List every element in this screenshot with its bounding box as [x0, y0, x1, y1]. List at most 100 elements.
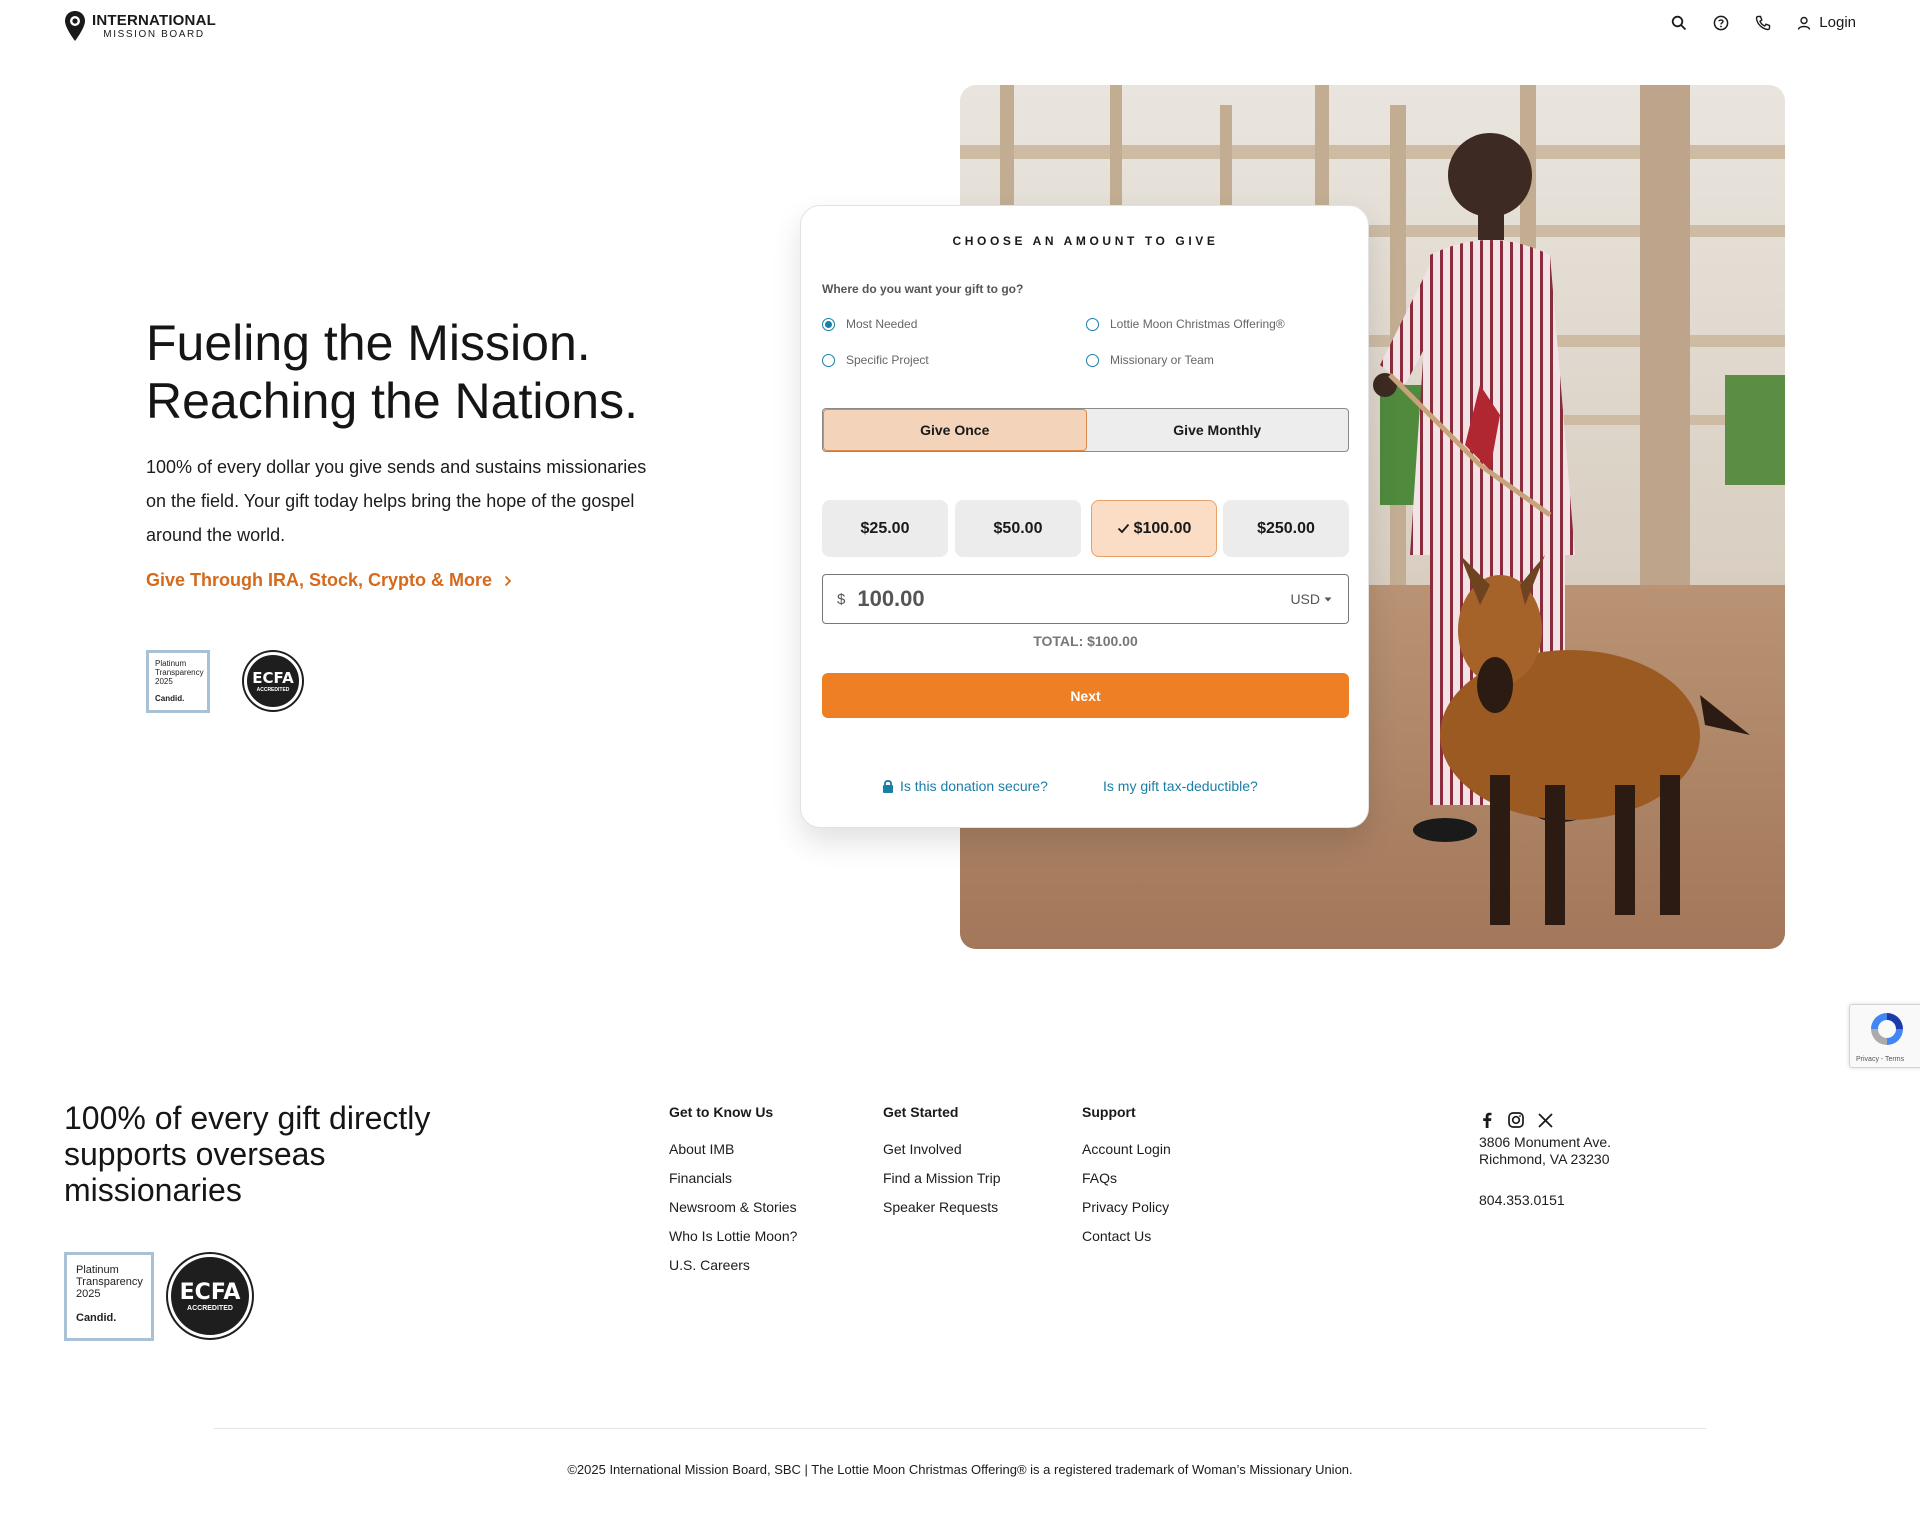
footer-headline-line: missionaries	[64, 1172, 242, 1208]
instagram-icon[interactable]	[1508, 1112, 1524, 1128]
footer-divider	[214, 1428, 1706, 1429]
radio-specific-project[interactable]: Specific Project	[822, 353, 929, 367]
hero-title-line: Fueling the Mission.	[146, 315, 591, 371]
ecfa-sub: ACCREDITED	[256, 687, 290, 693]
radio-missionary-or-team[interactable]: Missionary or Team	[1086, 353, 1214, 367]
footer-headline-line: supports overseas	[64, 1136, 326, 1172]
copyright-text: ©2025 International Mission Board, SBC |…	[567, 1462, 1353, 1477]
ecfa-sub: ACCREDITED	[187, 1305, 233, 1312]
footer-link-privacy[interactable]: Privacy Policy	[1082, 1199, 1169, 1215]
footer-link-lottie-moon[interactable]: Who Is Lottie Moon?	[669, 1228, 797, 1244]
ecfa-label: ECFA	[179, 1280, 241, 1305]
amount-input[interactable]	[855, 585, 1240, 613]
donation-form-card: CHOOSE AN AMOUNT TO GIVE Where do you wa…	[800, 205, 1369, 828]
secure-donation-link[interactable]: Is this donation secure?	[882, 778, 1048, 794]
footer-headline: 100% of every gift directly supports ove…	[64, 1100, 514, 1208]
give-alternative-link[interactable]: Give Through IRA, Stock, Crypto & More	[146, 570, 512, 591]
amount-50-button[interactable]: $50.00	[955, 500, 1081, 557]
amount-label: $250.00	[1257, 519, 1315, 537]
checkmark-icon	[1117, 523, 1129, 534]
candid-year: 2025	[155, 677, 173, 686]
ecfa-label: ECFA	[252, 669, 294, 687]
radio-circle	[1086, 353, 1099, 367]
footer-col-title: Support	[1082, 1104, 1136, 1120]
footer-link-careers[interactable]: U.S. Careers	[669, 1257, 750, 1273]
social-links	[1480, 1112, 1553, 1128]
login-link[interactable]: Login	[1797, 14, 1856, 31]
hero-text-line: on the field. Your gift today helps brin…	[146, 491, 635, 511]
search-icon[interactable]	[1671, 15, 1687, 31]
amount-label: $50.00	[993, 519, 1043, 537]
amount-label: $25.00	[860, 519, 910, 537]
footer-link-faqs[interactable]: FAQs	[1082, 1170, 1117, 1186]
footer-col-title: Get Started	[883, 1104, 959, 1120]
recaptcha-terms: Privacy - Terms	[1856, 1056, 1905, 1063]
candid-brand: Candid.	[155, 694, 185, 703]
radio-label: Missionary or Team	[1110, 353, 1214, 367]
currency-label: USD	[1290, 591, 1320, 607]
radio-most-needed[interactable]: Most Needed	[822, 317, 917, 331]
radio-circle	[1086, 317, 1099, 331]
recaptcha-icon	[1871, 1013, 1903, 1045]
user-icon	[1798, 16, 1811, 30]
footer-link-financials[interactable]: Financials	[669, 1170, 732, 1186]
logo-text-sub: MISSION BOARD	[103, 28, 205, 40]
phone-icon[interactable]	[1755, 15, 1771, 31]
hero-text-line: around the world.	[146, 525, 286, 545]
total-amount: TOTAL: $100.00	[1033, 633, 1138, 649]
footer-link-contact[interactable]: Contact Us	[1082, 1228, 1151, 1244]
footer-link-newsroom[interactable]: Newsroom & Stories	[669, 1199, 797, 1215]
candid-year: 2025	[76, 1288, 101, 1300]
help-icon[interactable]	[1713, 15, 1729, 31]
radio-label: Specific Project	[846, 353, 929, 367]
hero-text-line: 100% of every dollar you give sends and …	[146, 457, 647, 477]
currency-select[interactable]: USD	[1290, 591, 1332, 607]
gift-destination-question: Where do you want your gift to go?	[822, 282, 1024, 296]
footer-link-account-login[interactable]: Account Login	[1082, 1141, 1171, 1157]
amount-250-button[interactable]: $250.00	[1223, 500, 1349, 557]
address: 3806 Monument Ave. Richmond, VA 23230	[1479, 1134, 1611, 1168]
candid-badge: Platinum Transparency 2025 Candid.	[146, 650, 210, 713]
footer-link-get-involved[interactable]: Get Involved	[883, 1141, 962, 1157]
footer-link-about[interactable]: About IMB	[669, 1141, 734, 1157]
frequency-toggle: Give Once Give Monthly	[822, 408, 1349, 452]
footer-link-mission-trip[interactable]: Find a Mission Trip	[883, 1170, 1000, 1186]
x-icon[interactable]	[1538, 1112, 1553, 1128]
give-alternative-label: Give Through IRA, Stock, Crypto & More	[146, 570, 493, 590]
ecfa-badge: ECFA ACCREDITED	[244, 652, 302, 710]
radio-circle	[822, 317, 835, 331]
secure-donation-label: Is this donation secure?	[900, 778, 1048, 794]
logo-text-main: INTERNATIONAL	[92, 11, 216, 29]
footer-col-title: Get to Know Us	[669, 1104, 774, 1120]
recaptcha-badge[interactable]: Privacy - Terms	[1849, 1004, 1920, 1068]
radio-label: Lottie Moon Christmas Offering®	[1110, 317, 1285, 331]
candid-text: Platinum	[155, 659, 187, 668]
currency-symbol: $	[837, 590, 846, 608]
radio-lottie-moon[interactable]: Lottie Moon Christmas Offering®	[1086, 317, 1285, 331]
custom-amount-field: $ USD	[822, 574, 1349, 624]
hero-title-line: Reaching the Nations.	[146, 373, 638, 429]
give-monthly-button[interactable]: Give Monthly	[1087, 409, 1349, 451]
address-line: 3806 Monument Ave.	[1479, 1134, 1612, 1150]
phone-number[interactable]: 804.353.0151	[1479, 1192, 1565, 1209]
footer-link-speaker-requests[interactable]: Speaker Requests	[883, 1199, 998, 1215]
login-label: Login	[1819, 14, 1856, 31]
next-button[interactable]: Next	[822, 673, 1349, 718]
hero-title: Fueling the Mission. Reaching the Nation…	[146, 314, 746, 430]
footer-headline-line: 100% of every gift directly	[64, 1100, 431, 1136]
header-actions: Login	[1671, 14, 1856, 31]
radio-circle	[822, 353, 835, 367]
hero-description: 100% of every dollar you give sends and …	[146, 450, 691, 552]
amount-100-button[interactable]: $100.00	[1091, 500, 1217, 557]
tax-deductible-link[interactable]: Is my gift tax-deductible?	[1103, 778, 1258, 794]
give-once-button[interactable]: Give Once	[823, 409, 1087, 451]
imb-logo[interactable]: INTERNATIONAL MISSION BOARD	[64, 10, 216, 42]
amount-label: $100.00	[1133, 519, 1192, 537]
footer-candid-badge: Platinum Transparency 2025 Candid.	[64, 1252, 154, 1341]
candid-text: Transparency	[76, 1276, 143, 1288]
amount-25-button[interactable]: $25.00	[822, 500, 948, 557]
radio-label: Most Needed	[846, 317, 918, 331]
lock-icon	[883, 780, 893, 793]
tax-deductible-label: Is my gift tax-deductible?	[1103, 778, 1258, 794]
facebook-icon[interactable]	[1480, 1112, 1494, 1128]
